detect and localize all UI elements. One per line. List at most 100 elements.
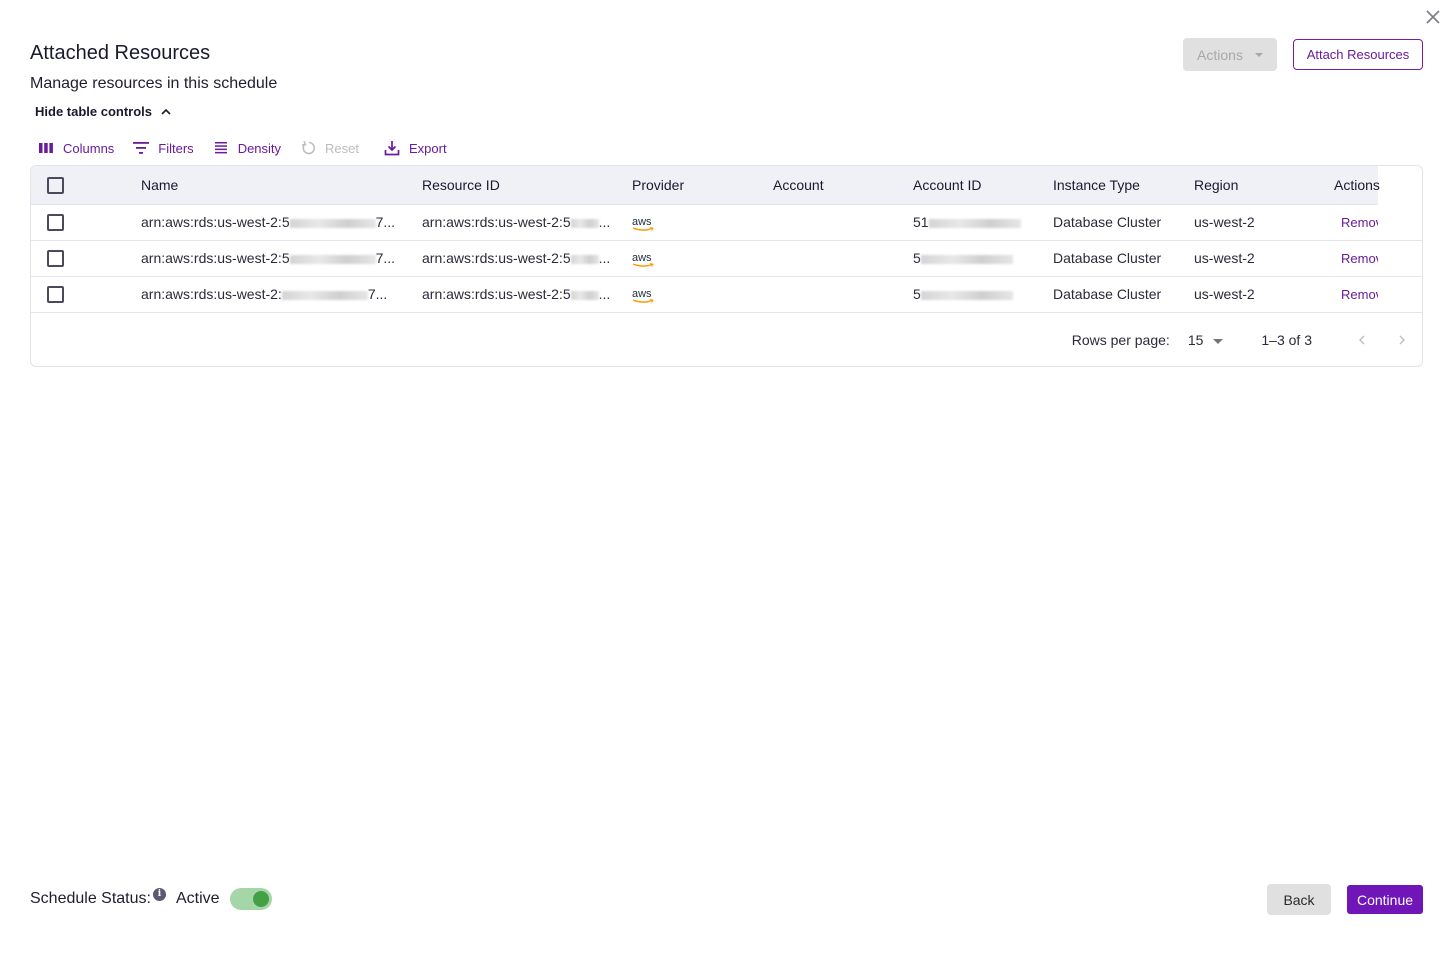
cell-name: arn:aws:rds:us-west-2:5 7... xyxy=(141,240,422,277)
cell-account-id: 51 xyxy=(913,204,1053,241)
resources-table: Name Resource ID Provider Account Accoun… xyxy=(30,165,1423,367)
cell-name: arn:aws:rds:us-west-2: 7... xyxy=(141,276,422,313)
row-checkbox[interactable] xyxy=(47,249,64,267)
schedule-status: Schedule Status: i Active xyxy=(30,887,272,910)
row-checkbox[interactable] xyxy=(47,285,64,303)
cell-provider: aws xyxy=(632,240,773,277)
chevron-up-icon xyxy=(161,108,171,115)
cell-resource-id: arn:aws:rds:us-west-2:5... xyxy=(422,240,632,277)
row-select-cell xyxy=(31,276,141,313)
row-select-cell xyxy=(31,240,141,277)
back-button[interactable]: Back xyxy=(1267,884,1331,915)
attach-resources-button[interactable]: Attach Resources xyxy=(1293,39,1423,70)
rows-per-page-label: Rows per page: xyxy=(1071,332,1170,348)
name-suffix: 7... xyxy=(367,286,388,302)
cell-actions: Remove xyxy=(1334,276,1378,313)
previous-page-button[interactable] xyxy=(1342,334,1382,346)
chevron-left-icon xyxy=(1359,335,1365,345)
columns-button[interactable]: Columns xyxy=(37,139,114,157)
schedule-status-value: Active xyxy=(175,890,220,907)
resource-suffix: ... xyxy=(598,250,611,266)
redacted-text xyxy=(920,254,1013,264)
schedule-status-toggle[interactable] xyxy=(229,888,272,910)
aws-logo-text: aws xyxy=(632,252,652,264)
schedule-status-label: Schedule Status: xyxy=(30,890,151,907)
reset-icon xyxy=(301,140,316,155)
name-suffix: 7... xyxy=(375,250,396,266)
cell-instance-type: Database Cluster xyxy=(1053,204,1194,241)
column-header-resource-id[interactable]: Resource ID xyxy=(422,166,632,205)
actions-dropdown-button[interactable]: Actions xyxy=(1183,38,1277,71)
density-button[interactable]: Density xyxy=(212,139,281,157)
continue-button[interactable]: Continue xyxy=(1347,885,1423,914)
hide-table-controls-toggle[interactable]: Hide table controls xyxy=(35,104,172,119)
resource-prefix: arn:aws:rds:us-west-2:5 xyxy=(422,214,571,230)
row-checkbox[interactable] xyxy=(47,213,64,231)
export-button[interactable]: Export xyxy=(383,139,447,157)
export-icon xyxy=(384,141,400,156)
reset-label: Reset xyxy=(325,140,360,156)
resource-suffix: ... xyxy=(598,286,611,302)
cell-region: us-west-2 xyxy=(1194,240,1334,277)
cell-actions: Remove xyxy=(1334,240,1378,277)
column-header-instance-type[interactable]: Instance Type xyxy=(1053,166,1194,205)
density-label: Density xyxy=(237,140,282,156)
export-label: Export xyxy=(409,140,447,156)
redacted-text xyxy=(570,218,599,228)
caret-down-icon xyxy=(1213,338,1224,344)
close-icon xyxy=(1426,10,1440,24)
cell-provider: aws xyxy=(632,276,773,313)
cell-region: us-west-2 xyxy=(1194,204,1334,241)
remove-button[interactable]: Remove xyxy=(1334,215,1378,230)
cell-account-id: 5 xyxy=(913,240,1053,277)
account-id-prefix: 5 xyxy=(913,286,921,302)
dialog-title: Attached Resources xyxy=(30,42,211,64)
column-header-actions: Actions xyxy=(1334,166,1380,205)
actions-label: Actions xyxy=(1197,46,1243,63)
resource-prefix: arn:aws:rds:us-west-2:5 xyxy=(422,250,571,266)
cell-resource-id: arn:aws:rds:us-west-2:5... xyxy=(422,204,632,241)
info-icon[interactable]: i xyxy=(152,887,166,901)
cell-actions: Remove xyxy=(1334,204,1378,241)
dialog-subtitle: Manage resources in this schedule xyxy=(30,75,278,92)
account-id-prefix: 5 xyxy=(913,250,921,266)
select-all-checkbox[interactable] xyxy=(47,176,64,194)
aws-logo-icon: aws xyxy=(632,253,654,268)
cell-spacer xyxy=(1378,240,1422,277)
table-row: arn:aws:rds:us-west-2: 7... arn:aws:rds:us… xyxy=(31,276,1422,313)
density-icon xyxy=(214,142,227,154)
account-id-prefix: 51 xyxy=(913,214,929,230)
remove-button[interactable]: Remove xyxy=(1334,251,1378,266)
name-prefix: arn:aws:rds:us-west-2:5 xyxy=(141,250,290,266)
filters-label: Filters xyxy=(158,140,194,156)
table-toolbar: Columns Filters Density Reset Export xyxy=(37,139,465,157)
redacted-text xyxy=(289,218,376,228)
chevron-right-icon xyxy=(1399,335,1405,345)
row-select-cell xyxy=(31,204,141,241)
rows-per-page-value: 15 xyxy=(1187,332,1204,348)
cell-provider: aws xyxy=(632,204,773,241)
resource-prefix: arn:aws:rds:us-west-2:5 xyxy=(422,286,571,302)
cell-account-id: 5 xyxy=(913,276,1053,313)
cell-resource-id: arn:aws:rds:us-west-2:5... xyxy=(422,276,632,313)
next-page-button[interactable] xyxy=(1382,334,1422,346)
toggle-knob xyxy=(252,891,269,907)
remove-button[interactable]: Remove xyxy=(1334,287,1378,302)
column-header-provider[interactable]: Provider xyxy=(632,166,773,205)
rows-per-page-select[interactable]: 15 xyxy=(1188,332,1224,348)
column-header-name[interactable]: Name xyxy=(141,166,422,205)
redacted-text xyxy=(289,254,376,264)
reset-button[interactable]: Reset xyxy=(299,139,359,157)
column-header-account-id[interactable]: Account ID xyxy=(913,166,1053,205)
resource-suffix: ... xyxy=(598,214,611,230)
hide-table-controls-label: Hide table controls xyxy=(35,104,153,119)
redacted-text xyxy=(281,290,368,300)
cell-instance-type: Database Cluster xyxy=(1053,240,1194,277)
close-button[interactable] xyxy=(1424,8,1446,30)
filters-button[interactable]: Filters xyxy=(132,139,194,157)
column-header-account[interactable]: Account xyxy=(773,166,913,205)
cell-account xyxy=(773,276,913,313)
column-header-region[interactable]: Region xyxy=(1194,166,1334,205)
redacted-text xyxy=(570,254,599,264)
filter-icon xyxy=(133,142,150,154)
